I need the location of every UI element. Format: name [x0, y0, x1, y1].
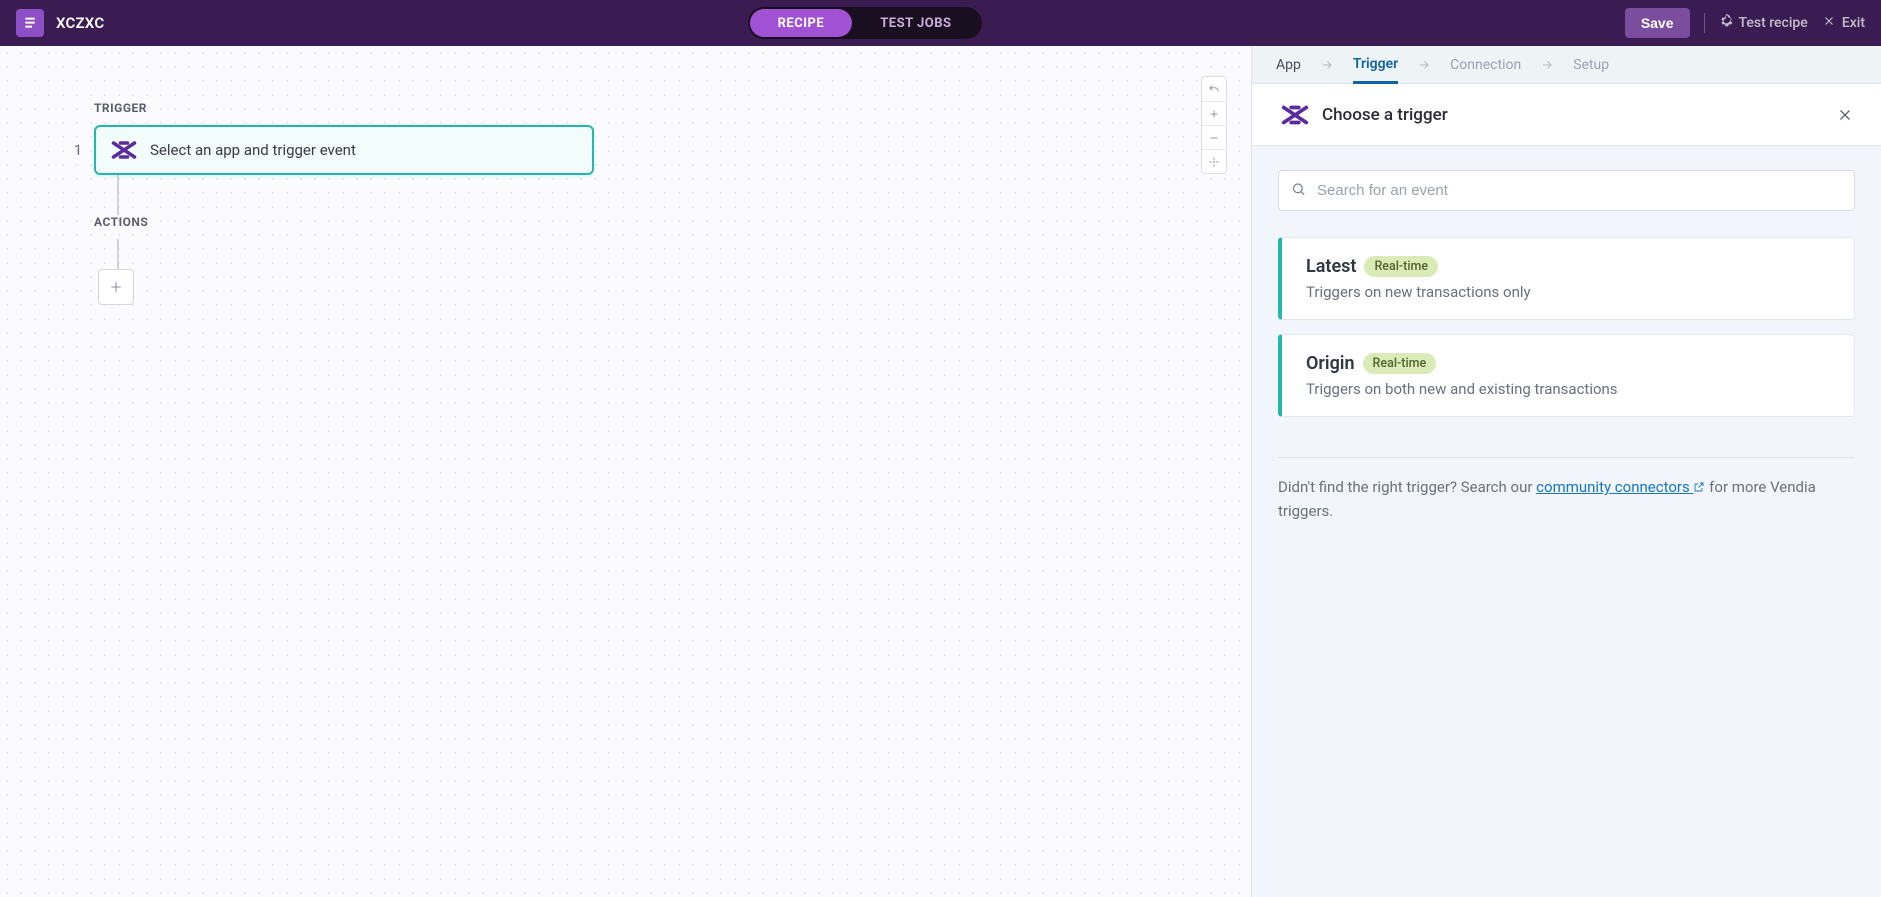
main: TRIGGER 1 Select an app and trigger even…	[0, 46, 1881, 897]
tab-setup[interactable]: Setup	[1573, 46, 1609, 83]
recipe-canvas[interactable]: TRIGGER 1 Select an app and trigger even…	[0, 46, 1251, 897]
realtime-badge: Real-time	[1363, 353, 1437, 374]
divider	[1278, 457, 1855, 458]
fit-button[interactable]	[1202, 149, 1226, 173]
test-recipe-link[interactable]: Test recipe	[1719, 14, 1808, 32]
header-center: RECIPE TEST JOBS	[104, 7, 1624, 39]
connector-line	[117, 175, 119, 215]
arrow-icon	[1539, 58, 1555, 72]
trigger-card[interactable]: Select an app and trigger event	[94, 125, 594, 175]
zoom-in-button[interactable]	[1202, 101, 1226, 125]
search-icon	[1291, 181, 1306, 200]
vendia-icon	[110, 136, 138, 164]
trigger-option-latest[interactable]: Latest Real-time Triggers on new transac…	[1278, 237, 1855, 320]
exit-link[interactable]: Exit	[1822, 14, 1865, 32]
close-icon	[1822, 14, 1836, 32]
search-wrap	[1278, 170, 1855, 211]
close-panel-button[interactable]	[1829, 99, 1861, 131]
document-icon[interactable]	[16, 9, 44, 37]
trigger-option-desc: Triggers on both new and existing transa…	[1306, 380, 1830, 398]
canvas-controls	[1201, 76, 1227, 174]
community-connectors-link[interactable]: community connectors	[1536, 478, 1705, 496]
hint-prefix: Didn't find the right trigger? Search ou…	[1278, 478, 1536, 496]
panel-title: Choose a trigger	[1322, 105, 1829, 125]
trigger-option-header: Origin Real-time	[1306, 353, 1830, 374]
zoom-out-button[interactable]	[1202, 125, 1226, 149]
undo-button[interactable]	[1202, 77, 1226, 101]
tab-app[interactable]: App	[1276, 46, 1301, 83]
arrow-icon	[1416, 58, 1432, 72]
mode-test-jobs[interactable]: TEST JOBS	[852, 9, 979, 37]
app-header: XCZXC RECIPE TEST JOBS Save Test recipe …	[0, 0, 1881, 46]
tab-connection[interactable]: Connection	[1450, 46, 1521, 83]
step-1-number: 1	[62, 141, 94, 159]
trigger-option-header: Latest Real-time	[1306, 256, 1830, 277]
trigger-option-desc: Triggers on new transactions only	[1306, 283, 1830, 301]
hint-text: Didn't find the right trigger? Search ou…	[1278, 476, 1855, 522]
exit-label: Exit	[1842, 15, 1865, 31]
step-1: 1 Select an app and trigger event	[62, 125, 1251, 175]
connector-line	[117, 239, 119, 269]
test-recipe-label: Test recipe	[1739, 15, 1808, 31]
panel-body: Latest Real-time Triggers on new transac…	[1252, 146, 1881, 897]
flow: TRIGGER 1 Select an app and trigger even…	[0, 101, 1251, 305]
tab-trigger[interactable]: Trigger	[1353, 47, 1398, 84]
save-button[interactable]: Save	[1625, 8, 1690, 38]
header-left: XCZXC	[16, 9, 104, 37]
trigger-section-label: TRIGGER	[94, 101, 1251, 115]
actions-section-label: ACTIONS	[94, 215, 1251, 229]
add-action-button[interactable]	[98, 269, 134, 305]
divider	[1704, 13, 1705, 33]
trigger-card-text: Select an app and trigger event	[150, 141, 356, 159]
config-panel: App Trigger Connection Setup Choose a tr…	[1251, 46, 1881, 897]
trigger-option-origin[interactable]: Origin Real-time Triggers on both new an…	[1278, 334, 1855, 417]
vendia-icon	[1280, 100, 1310, 130]
recipe-name: XCZXC	[56, 14, 104, 32]
trigger-option-title: Latest	[1306, 256, 1356, 277]
realtime-badge: Real-time	[1364, 256, 1438, 277]
mode-recipe[interactable]: RECIPE	[750, 9, 853, 37]
panel-tabs: App Trigger Connection Setup	[1252, 46, 1881, 84]
header-right: Save Test recipe Exit	[1625, 8, 1865, 38]
mode-toggle: RECIPE TEST JOBS	[748, 7, 982, 39]
arrow-icon	[1319, 58, 1335, 72]
external-link-icon	[1693, 477, 1705, 500]
search-input[interactable]	[1279, 171, 1854, 210]
trigger-option-title: Origin	[1306, 353, 1355, 374]
panel-title-bar: Choose a trigger	[1252, 84, 1881, 146]
gear-icon	[1719, 14, 1733, 32]
